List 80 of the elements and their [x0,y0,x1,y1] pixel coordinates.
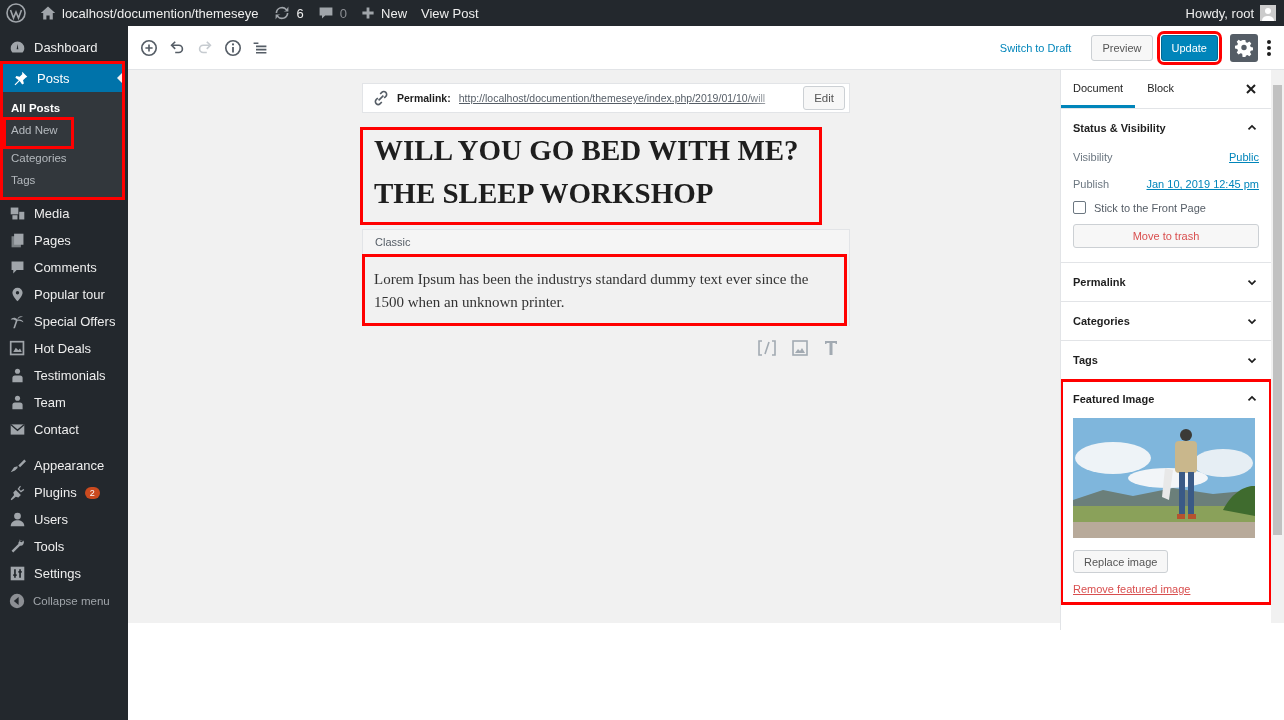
envelope-icon [9,421,26,438]
plug-icon [9,484,26,501]
menu-item[interactable]: Posts [3,64,122,92]
submenu-item[interactable]: Tags [5,169,120,191]
menu-item[interactable]: Comments [0,254,128,281]
pin-icon [12,69,29,87]
view-post-link[interactable]: View Post [421,5,479,21]
publish-label: Publish [1073,178,1110,190]
submenu-item[interactable]: Add New [5,119,72,147]
menu-item[interactable]: Team [0,389,128,416]
comment-icon [9,259,26,276]
menu-item[interactable]: Users [0,506,128,533]
section-toggle[interactable]: Categories [1073,302,1259,340]
logo-icon[interactable] [6,3,26,23]
new-link[interactable]: New [381,5,408,21]
plus-icon[interactable] [361,6,376,20]
section-toggle[interactable]: Permalink [1073,263,1259,301]
update-badge: 2 [84,486,100,499]
paragraph-text[interactable]: Lorem Ipsum has been the industrys standard dummy text ever since the 1500 when an unknown printer. [362,254,847,326]
preview-button[interactable]: Preview [1091,34,1153,61]
pages-icon [9,232,26,249]
menu-item[interactable]: Special Offers [0,308,128,335]
media-icon [9,205,26,222]
settings-button[interactable] [1230,33,1258,62]
home-icon[interactable] [40,5,56,21]
menu-item[interactable]: Tools [0,533,128,560]
info-icon[interactable] [224,38,242,57]
comment-icon[interactable] [317,5,334,21]
section-toggle[interactable]: Featured Image [1073,380,1259,418]
close-icon[interactable] [1245,83,1257,95]
permalink-url[interactable]: http://localhost/documention/themeseye/index.php/2019/01/10/will [458,92,796,104]
menu-item[interactable]: Media [0,200,128,227]
menu-item[interactable]: Popular tour [0,281,128,308]
menu-item[interactable]: Contact [0,416,128,443]
menu-item[interactable]: Pages [0,227,128,254]
section-toggle[interactable]: Tags [1073,341,1259,379]
visibility-label: Visibility [1073,151,1113,163]
block-label: Classic [375,236,411,248]
add-block-icon[interactable] [140,38,158,57]
link-icon [373,90,389,106]
checkbox-label: Stick to the Front Page [1094,201,1206,214]
collapse-icon [9,592,25,609]
menu-item[interactable]: Settings [0,560,128,587]
image-icon [9,340,26,357]
visibility-link[interactable]: Public [1229,151,1259,163]
site-link[interactable]: localhost/documention/themeseye [62,5,259,21]
update-count[interactable]: 6 [296,5,304,21]
section-toggle[interactable]: Status & Visibility [1073,109,1259,147]
submenu-item[interactable]: Categories [5,147,120,169]
switch-to-draft-link[interactable]: Switch to Draft [999,41,1072,54]
more-icon[interactable] [1266,38,1272,57]
panel-tab[interactable]: Block [1135,70,1187,108]
submenu-item[interactable]: All Posts [5,97,120,119]
gauge-icon [9,39,26,56]
location-icon [9,286,26,303]
comment-count[interactable]: 0 [339,5,348,21]
brush-icon [9,457,26,474]
permalink-label: Permalink: [397,92,451,104]
publish-date-link[interactable]: Jan 10, 2019 12:45 pm [1146,178,1259,190]
wrench-icon [9,538,26,555]
menu-item[interactable]: Testimonials [0,362,128,389]
greeting-link[interactable]: Howdy, root [1185,5,1254,21]
menu-item[interactable]: Appearance [0,452,128,479]
replace-image-button[interactable]: Replace image [1073,550,1169,573]
post-title-field[interactable]: WILL YOU GO BED WITH ME? THE SLEEP WORKSHOP [360,127,822,225]
sliders-icon [9,565,26,582]
menu-item[interactable]: Dashboard [0,34,128,61]
list-icon[interactable] [252,39,268,56]
panel-tab[interactable]: Document [1061,70,1136,108]
edit-button[interactable]: Edit [803,86,845,110]
remove-image-link[interactable]: Remove featured image [1073,583,1191,595]
palm-tree-icon [9,313,26,330]
person-icon [9,394,26,411]
person-icon [9,367,26,384]
move-to-trash-button[interactable]: Move to trash [1073,224,1259,248]
collapse-menu-button[interactable]: Collapse menu [0,587,128,614]
menu-item[interactable]: Plugins 2 [0,479,128,506]
user-icon [9,511,26,528]
checkbox[interactable] [1073,201,1086,214]
menu-item[interactable]: Hot Deals [0,335,128,362]
